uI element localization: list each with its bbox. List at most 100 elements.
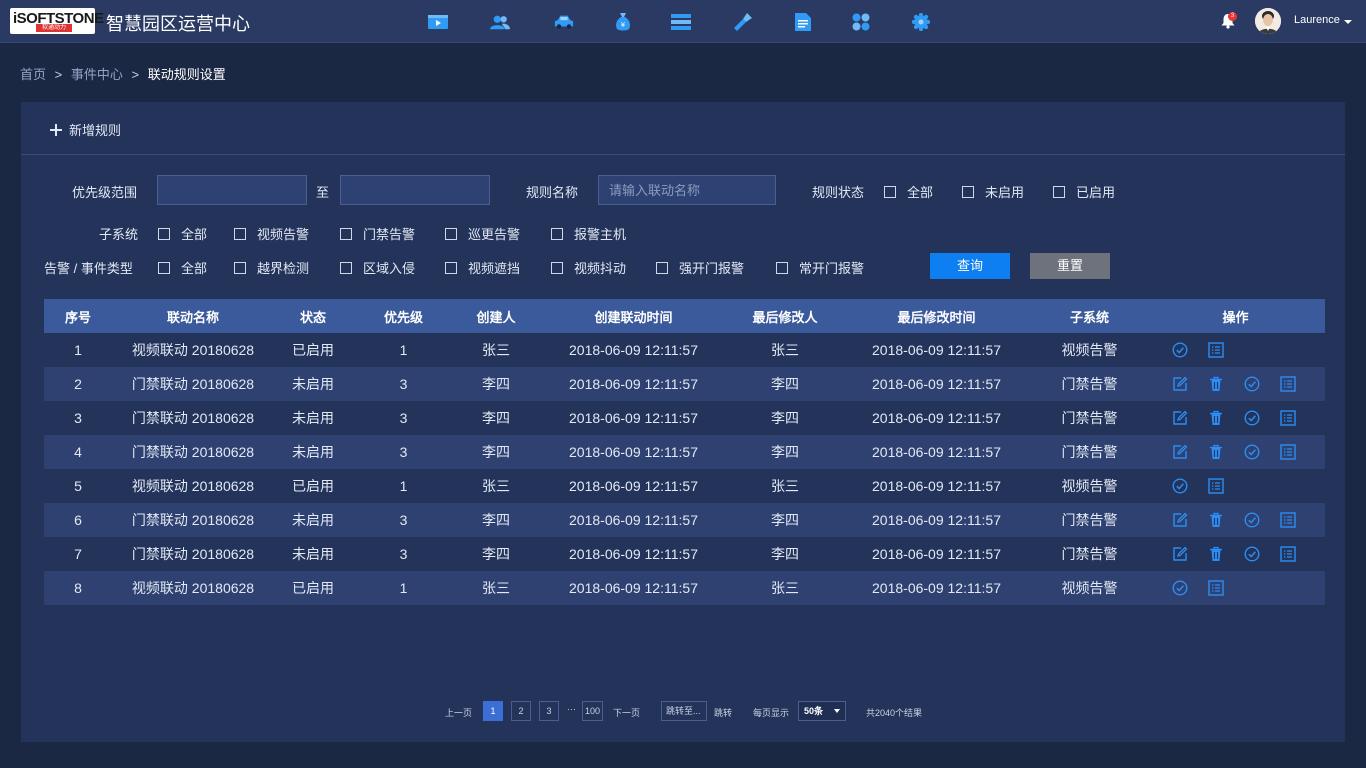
- reset-button[interactable]: 重置: [1030, 253, 1110, 279]
- table-row[interactable]: 3 门禁联动 20180628 未启用 3 李四 2018-06-09 12:11:57 李…: [44, 401, 1325, 435]
- column-header[interactable]: 优先级: [352, 299, 455, 333]
- page-number[interactable]: 100: [582, 701, 603, 721]
- subsystem-checkbox-access[interactable]: 门禁告警: [340, 224, 415, 243]
- edit-icon[interactable]: [1171, 443, 1189, 461]
- alarm-type-checkbox-cross-line[interactable]: 越界检测: [234, 258, 309, 277]
- edit-icon[interactable]: [1171, 409, 1189, 427]
- subsystem-checkbox-all[interactable]: 全部: [158, 224, 207, 243]
- priority-to-input[interactable]: [340, 175, 490, 205]
- check-circle-icon[interactable]: [1243, 545, 1261, 563]
- checkbox[interactable]: [158, 261, 170, 274]
- check-circle-icon[interactable]: [1171, 477, 1189, 495]
- alarm-type-checkbox-held-open[interactable]: 常开门报警: [776, 258, 864, 277]
- column-header[interactable]: 联动名称: [112, 299, 274, 333]
- table-row[interactable]: 7 门禁联动 20180628 未启用 3 李四 2018-06-09 12:11:57 李…: [44, 537, 1325, 571]
- check-circle-icon[interactable]: [1243, 375, 1261, 393]
- prev-page-link[interactable]: 上一页: [445, 706, 472, 719]
- page-number[interactable]: 1: [483, 701, 503, 721]
- checkbox[interactable]: [656, 261, 668, 274]
- settings-icon[interactable]: [911, 12, 931, 32]
- chevron-down-icon[interactable]: [1344, 20, 1352, 24]
- checkbox[interactable]: [340, 261, 352, 274]
- checkbox[interactable]: [551, 261, 563, 274]
- status-checkbox-all[interactable]: 全部: [884, 182, 933, 201]
- page-number[interactable]: 2: [511, 701, 531, 721]
- document-icon[interactable]: [793, 12, 813, 32]
- status-checkbox-enabled[interactable]: 已启用: [1053, 182, 1115, 201]
- table-row[interactable]: 4 门禁联动 20180628 未启用 3 李四 2018-06-09 12:11:57 李…: [44, 435, 1325, 469]
- table-row[interactable]: 8 视频联动 20180628 已启用 1 张三 2018-06-09 12:11:57 张…: [44, 571, 1325, 605]
- car-icon[interactable]: [554, 12, 574, 32]
- check-circle-icon[interactable]: [1243, 443, 1261, 461]
- list-icon[interactable]: [1279, 375, 1297, 393]
- trash-icon[interactable]: [1207, 409, 1225, 427]
- column-header[interactable]: 最后修改时间: [840, 299, 1033, 333]
- query-button[interactable]: 查询: [930, 253, 1010, 279]
- priority-from-input[interactable]: [157, 175, 307, 205]
- check-circle-icon[interactable]: [1243, 511, 1261, 529]
- column-header[interactable]: 状态: [274, 299, 352, 333]
- alarm-type-checkbox-intrusion[interactable]: 区域入侵: [340, 258, 415, 277]
- edit-icon[interactable]: [1171, 375, 1189, 393]
- jump-to-page-input[interactable]: [661, 701, 707, 721]
- per-page-select[interactable]: 50条: [798, 701, 846, 721]
- trash-icon[interactable]: [1207, 443, 1225, 461]
- checkbox[interactable]: [445, 261, 457, 274]
- table-row[interactable]: 5 视频联动 20180628 已启用 1 张三 2018-06-09 12:11:57 张…: [44, 469, 1325, 503]
- alarm-type-checkbox-occlusion[interactable]: 视频遮挡: [445, 258, 520, 277]
- subsystem-checkbox-alarm-host[interactable]: 报警主机: [551, 224, 626, 243]
- list-icon[interactable]: [1279, 511, 1297, 529]
- checkbox[interactable]: [1053, 185, 1065, 198]
- list-icon[interactable]: [1279, 443, 1297, 461]
- checkbox[interactable]: [234, 261, 246, 274]
- logo[interactable]: iSOFTSTONE 软通动力: [10, 8, 104, 34]
- checkbox[interactable]: [158, 227, 170, 240]
- trash-icon[interactable]: [1207, 545, 1225, 563]
- checkbox[interactable]: [884, 185, 896, 198]
- check-circle-icon[interactable]: [1171, 341, 1189, 359]
- alarm-type-checkbox-shake[interactable]: 视频抖动: [551, 258, 626, 277]
- checkbox[interactable]: [776, 261, 788, 274]
- username[interactable]: Laurence: [1294, 14, 1340, 26]
- list-icon[interactable]: [1207, 579, 1225, 597]
- column-header[interactable]: 创建人: [455, 299, 537, 333]
- trash-icon[interactable]: [1207, 375, 1225, 393]
- table-row[interactable]: 1 视频联动 20180628 已启用 1 张三 2018-06-09 12:11:57 张…: [44, 333, 1325, 367]
- video-icon[interactable]: [428, 12, 448, 32]
- checkbox[interactable]: [340, 227, 352, 240]
- list-icon[interactable]: [1207, 341, 1225, 359]
- subsystem-checkbox-video[interactable]: 视频告警: [234, 224, 309, 243]
- list-icon[interactable]: [1207, 477, 1225, 495]
- avatar[interactable]: [1255, 8, 1281, 34]
- status-checkbox-disabled[interactable]: 未启用: [962, 182, 1024, 201]
- column-header[interactable]: 最后修改人: [730, 299, 840, 333]
- edit-icon[interactable]: [1171, 545, 1189, 563]
- users-icon[interactable]: [490, 12, 510, 32]
- add-rule-button[interactable]: 新增规则: [49, 120, 121, 139]
- layers-icon[interactable]: [671, 12, 691, 32]
- list-icon[interactable]: [1279, 545, 1297, 563]
- jump-button[interactable]: 跳转: [714, 706, 732, 719]
- subsystem-checkbox-patrol[interactable]: 巡更告警: [445, 224, 520, 243]
- column-header[interactable]: 创建联动时间: [537, 299, 730, 333]
- page-number[interactable]: 3: [539, 701, 559, 721]
- checkbox[interactable]: [962, 185, 974, 198]
- checkbox[interactable]: [551, 227, 563, 240]
- alarm-type-checkbox-forced-open[interactable]: 强开门报警: [656, 258, 744, 277]
- alarm-type-checkbox-all[interactable]: 全部: [158, 258, 207, 277]
- checkbox[interactable]: [445, 227, 457, 240]
- column-header[interactable]: 子系统: [1033, 299, 1146, 333]
- checkbox[interactable]: [234, 227, 246, 240]
- trash-icon[interactable]: [1207, 511, 1225, 529]
- table-row[interactable]: 2 门禁联动 20180628 未启用 3 李四 2018-06-09 12:11:57 李…: [44, 367, 1325, 401]
- rule-name-input[interactable]: [598, 175, 776, 205]
- list-icon[interactable]: [1279, 409, 1297, 427]
- edit-icon[interactable]: [1171, 511, 1189, 529]
- breadcrumb-home[interactable]: 首页: [20, 67, 46, 82]
- tool-icon[interactable]: [733, 12, 753, 32]
- apps-icon[interactable]: [851, 12, 871, 32]
- column-header[interactable]: 序号: [44, 299, 112, 333]
- check-circle-icon[interactable]: [1171, 579, 1189, 597]
- next-page-link[interactable]: 下一页: [613, 706, 640, 719]
- breadcrumb-events[interactable]: 事件中心: [71, 67, 123, 82]
